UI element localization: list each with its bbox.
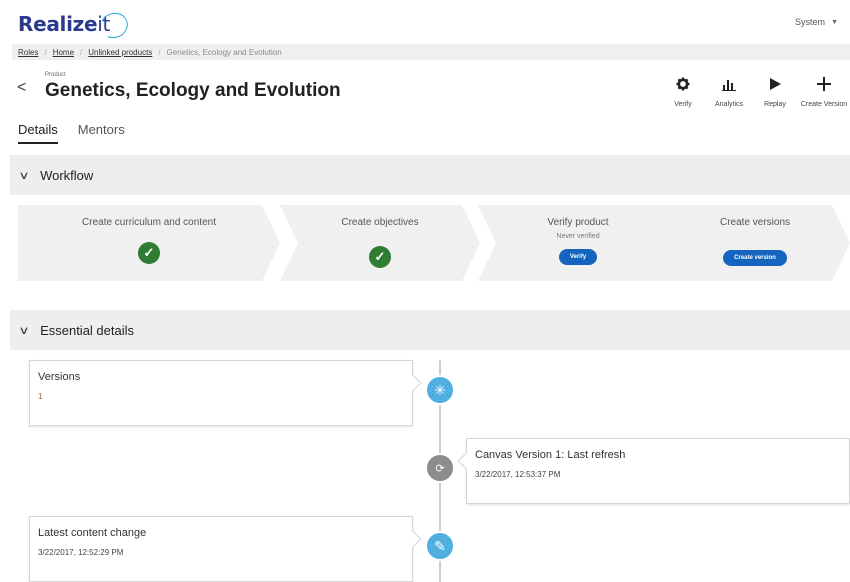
step-label: Create versions — [719, 217, 791, 228]
card-value: 3/22/2017, 12:53:37 PM — [475, 470, 561, 479]
replay-label: Replay — [764, 101, 786, 108]
card-pointer — [457, 452, 475, 470]
workflow-step-objectives: Create objectives ✓ — [280, 205, 480, 281]
breadcrumb-roles[interactable]: Roles — [18, 48, 38, 57]
replay-button[interactable]: Replay — [752, 74, 798, 108]
card-title: Latest content change — [38, 527, 147, 539]
chevron-left-icon: < — [17, 79, 27, 96]
card-title: Canvas Version 1: Last refresh — [475, 449, 626, 461]
workflow-section-header[interactable]: ∨ Workflow — [10, 155, 850, 195]
timeline-card-canvas-refresh: Canvas Version 1: Last refresh 3/22/2017… — [457, 438, 850, 504]
tab-bar: Details Mentors — [18, 122, 125, 144]
analytics-label: Analytics — [714, 101, 743, 108]
verify-product-button[interactable]: Verify — [558, 249, 598, 265]
toolbar: Verify Analytics Replay Create Version — [660, 74, 850, 108]
essential-details-section-title: Essential details — [40, 322, 135, 338]
play-icon — [768, 74, 782, 94]
breadcrumb-home[interactable]: Home — [53, 48, 74, 57]
workflow-section-title: Workflow — [40, 167, 94, 183]
tab-mentors[interactable]: Mentors — [78, 122, 125, 144]
page-title: Genetics, Ecology and Evolution — [45, 80, 341, 101]
timeline-card-content-change: Latest content change 3/22/2017, 12:52:2… — [29, 516, 422, 582]
checkmark-icon: ✓ — [138, 242, 160, 264]
card-value: 1 — [38, 392, 43, 401]
step-label: Verify product — [547, 217, 609, 228]
caret-down-icon: ▼ — [831, 18, 838, 26]
card-title: Versions — [38, 371, 81, 383]
pencil-icon: ✎ — [425, 531, 455, 561]
analytics-button[interactable]: Analytics — [706, 74, 752, 108]
realizeit-logo[interactable]: Realizeit — [18, 8, 132, 43]
back-button[interactable]: < — [17, 79, 26, 97]
timeline-card-versions: Versions 1 — [29, 360, 422, 426]
user-menu-label: System — [795, 17, 826, 27]
bar-chart-icon — [722, 74, 736, 94]
workflow-step-verify: Verify product Never verified Verify — [478, 205, 678, 281]
step-status: Never verified — [556, 233, 600, 240]
chevron-down-icon: ∨ — [18, 324, 30, 337]
checkmark-icon: ✓ — [369, 246, 391, 268]
breadcrumb-separator: / — [158, 47, 161, 57]
verify-button[interactable]: Verify — [660, 74, 706, 108]
breadcrumb-unlinked-products[interactable]: Unlinked products — [88, 48, 152, 57]
asterisk-icon: ✳ — [425, 375, 455, 405]
card-value: 3/22/2017, 12:52:29 PM — [38, 548, 124, 557]
chevron-down-icon: ∨ — [18, 169, 30, 182]
tab-details[interactable]: Details — [18, 122, 58, 144]
essential-details-section-header[interactable]: ∨ Essential details — [10, 310, 850, 350]
breadcrumb-separator: / — [44, 47, 47, 57]
create-version-label: Create Version — [800, 101, 848, 108]
create-version-button[interactable]: Create Version — [798, 74, 850, 108]
step-label: Create curriculum and content — [82, 217, 216, 228]
card-pointer — [404, 374, 422, 392]
breadcrumb-current: Genetics, Ecology and Evolution — [166, 47, 282, 57]
step-label: Create objectives — [341, 217, 419, 228]
workflow-step-versions: Create versions Create version — [660, 205, 850, 281]
workflow-steps: Create curriculum and content ✓ Create o… — [18, 205, 850, 281]
card-pointer — [404, 530, 422, 548]
page-kicker: Product — [45, 72, 66, 78]
refresh-icon: ⟳ — [425, 453, 455, 483]
breadcrumb-separator: / — [80, 47, 83, 57]
create-version-step-button[interactable]: Create version — [723, 250, 787, 266]
verify-label: Verify — [674, 101, 692, 108]
workflow-step-curriculum: Create curriculum and content ✓ — [18, 205, 280, 281]
breadcrumb: Roles / Home / Unlinked products / Genet… — [12, 44, 850, 60]
plus-icon — [817, 74, 831, 94]
gear-icon — [676, 74, 690, 94]
logo-text: Realize — [18, 12, 98, 36]
user-menu[interactable]: System ▼ — [795, 17, 838, 27]
